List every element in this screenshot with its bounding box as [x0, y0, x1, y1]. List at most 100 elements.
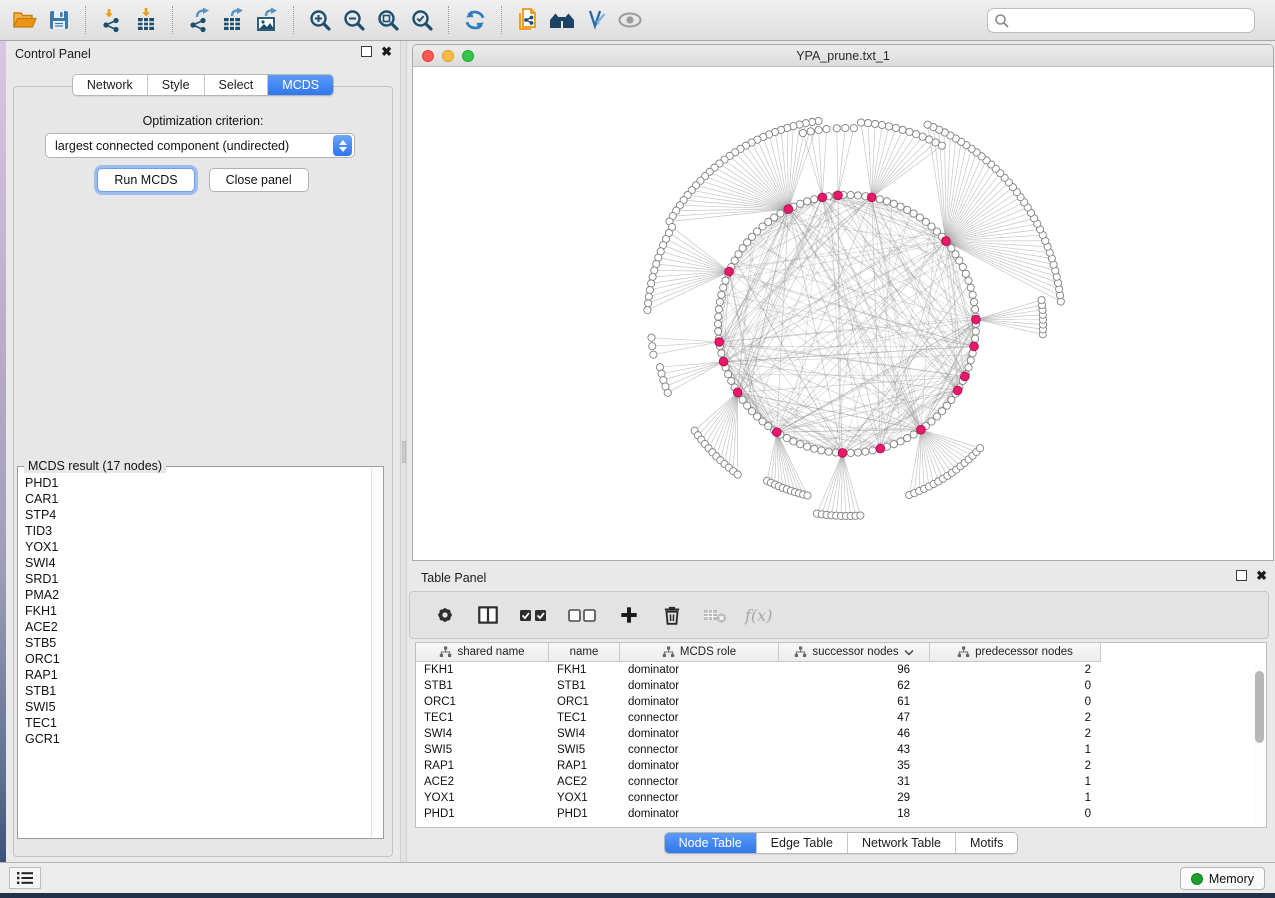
- mcds-result-item[interactable]: FKH1: [19, 603, 370, 619]
- close-panel-icon[interactable]: ✖: [381, 46, 392, 57]
- table-cell: STB1: [416, 678, 549, 694]
- share-network-document-icon[interactable]: [511, 4, 545, 36]
- column-header[interactable]: successor nodes: [779, 643, 930, 662]
- sort-chevron-icon[interactable]: [904, 649, 914, 656]
- export-table-icon[interactable]: [216, 4, 250, 36]
- zoom-out-icon[interactable]: [337, 4, 371, 36]
- memory-button[interactable]: Memory: [1180, 867, 1265, 890]
- run-mcds-button[interactable]: Run MCDS: [97, 168, 194, 192]
- tab-edge-table[interactable]: Edge Table: [756, 833, 847, 853]
- table-cell: 1: [930, 774, 1101, 790]
- mcds-result-item[interactable]: GCR1: [19, 731, 370, 747]
- zoom-fit-icon[interactable]: [371, 4, 405, 36]
- tab-network-table[interactable]: Network Table: [847, 833, 955, 853]
- open-file-icon[interactable]: [8, 4, 42, 36]
- deselect-all-icon[interactable]: [567, 602, 599, 628]
- mcds-result-item[interactable]: RAP1: [19, 667, 370, 683]
- float-panel-icon[interactable]: [361, 46, 372, 57]
- tab-node-table[interactable]: Node Table: [665, 833, 756, 853]
- tab-style[interactable]: Style: [147, 75, 204, 95]
- tab-motifs[interactable]: Motifs: [955, 833, 1017, 853]
- close-panel-icon[interactable]: ✖: [1256, 570, 1267, 581]
- gear-icon[interactable]: [432, 602, 458, 628]
- import-network-icon[interactable]: [95, 4, 129, 36]
- mcds-result-item[interactable]: STB5: [19, 635, 370, 651]
- select-stepper-icon: [333, 135, 352, 156]
- delete-column-icon[interactable]: [659, 602, 685, 628]
- table-cell: 2: [930, 710, 1101, 726]
- table-cell: dominator: [620, 726, 779, 742]
- refresh-layout-icon[interactable]: [458, 4, 492, 36]
- table-scrollbar-thumb[interactable]: [1255, 671, 1264, 743]
- table-row[interactable]: TEC1TEC1connector472: [416, 710, 1253, 726]
- mcds-result-item[interactable]: SWI4: [19, 555, 370, 571]
- table-row[interactable]: YOX1YOX1connector291: [416, 790, 1253, 806]
- mcds-result-item[interactable]: TID3: [19, 523, 370, 539]
- zoom-in-icon[interactable]: [303, 4, 337, 36]
- mcds-result-item[interactable]: STP4: [19, 507, 370, 523]
- table-row[interactable]: PHD1PHD1dominator180: [416, 806, 1253, 822]
- mcds-result-item[interactable]: TEC1: [19, 715, 370, 731]
- mcds-result-item[interactable]: YOX1: [19, 539, 370, 555]
- export-network-icon[interactable]: [182, 4, 216, 36]
- search-input[interactable]: [1010, 11, 1254, 31]
- mcds-result-item[interactable]: CAR1: [19, 491, 370, 507]
- table-row[interactable]: SWI5SWI5connector431: [416, 742, 1253, 758]
- float-panel-icon[interactable]: [1236, 570, 1247, 581]
- table-row[interactable]: ORC1ORC1dominator610: [416, 694, 1253, 710]
- mcds-result-item[interactable]: PHD1: [19, 475, 370, 491]
- table-row[interactable]: ACE2ACE2connector311: [416, 774, 1253, 790]
- network-window-title: YPA_prune.txt_1: [413, 49, 1273, 63]
- eye-icon[interactable]: [613, 4, 647, 36]
- mcds-result-item[interactable]: SWI5: [19, 699, 370, 715]
- tab-mcds[interactable]: MCDS: [267, 75, 333, 95]
- table-scrollbar[interactable]: [1254, 663, 1265, 825]
- toolbar-separator: [85, 6, 86, 34]
- save-session-icon[interactable]: [42, 4, 76, 36]
- binoculars-search-icon[interactable]: [545, 4, 579, 36]
- add-column-icon[interactable]: [616, 602, 642, 628]
- tab-network[interactable]: Network: [73, 75, 147, 95]
- table-cell: 35: [779, 758, 930, 774]
- table-cell: 0: [930, 678, 1101, 694]
- table-row[interactable]: FKH1FKH1dominator962: [416, 662, 1253, 678]
- network-window-titlebar[interactable]: YPA_prune.txt_1: [413, 45, 1273, 67]
- task-history-button[interactable]: [9, 867, 41, 889]
- search-box: [987, 8, 1255, 33]
- network-canvas[interactable]: [413, 67, 1273, 560]
- criterion-select[interactable]: largest connected component (undirected): [45, 133, 355, 158]
- vertical-splitter[interactable]: [400, 41, 407, 862]
- column-tree-icon: [794, 646, 807, 658]
- zoom-selected-icon[interactable]: [405, 4, 439, 36]
- mcds-list-scrollbar[interactable]: [371, 468, 383, 837]
- column-header[interactable]: predecessor nodes: [930, 643, 1101, 662]
- table-panel-tabs: Node TableEdge TableNetwork TableMotifs: [407, 832, 1275, 854]
- column-header[interactable]: shared name: [416, 643, 549, 662]
- import-table-icon[interactable]: [129, 4, 163, 36]
- style-visibility-icon[interactable]: [579, 4, 613, 36]
- toolbar-separator: [448, 6, 449, 34]
- column-header[interactable]: name: [549, 643, 620, 662]
- column-header[interactable]: MCDS role: [620, 643, 779, 662]
- columns-icon[interactable]: [475, 602, 501, 628]
- table-cell: 0: [930, 694, 1101, 710]
- export-image-icon[interactable]: [250, 4, 284, 36]
- select-all-icon[interactable]: [518, 602, 550, 628]
- mcds-result-item[interactable]: ORC1: [19, 651, 370, 667]
- mcds-result-item[interactable]: SRD1: [19, 571, 370, 587]
- table-panel-title: Table Panel: [421, 571, 486, 585]
- table-row[interactable]: STB1STB1dominator620: [416, 678, 1253, 694]
- tab-select[interactable]: Select: [204, 75, 268, 95]
- close-panel-button[interactable]: Close panel: [209, 168, 309, 192]
- mcds-result-item[interactable]: PMA2: [19, 587, 370, 603]
- table-row[interactable]: SWI4SWI4dominator462: [416, 726, 1253, 742]
- table-cell: ACE2: [416, 774, 549, 790]
- table-cell: 96: [779, 662, 930, 678]
- mcds-result-item[interactable]: ACE2: [19, 619, 370, 635]
- splitter-grip[interactable]: [402, 441, 406, 463]
- table-panel: Table Panel ✖: [407, 565, 1275, 862]
- table-row[interactable]: RAP1RAP1dominator352: [416, 758, 1253, 774]
- delete-table-icon: [702, 602, 728, 628]
- table-cell: 0: [930, 806, 1101, 822]
- mcds-result-item[interactable]: STB1: [19, 683, 370, 699]
